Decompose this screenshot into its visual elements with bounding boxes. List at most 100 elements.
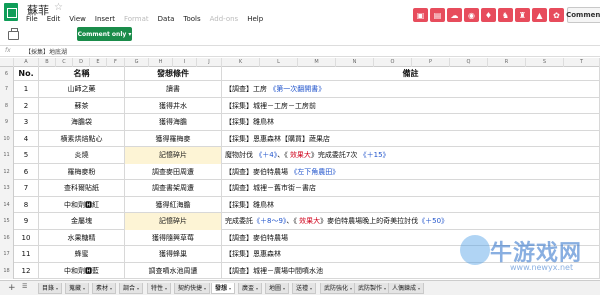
- column-header[interactable]: S: [526, 58, 564, 67]
- row-number[interactable]: 8: [0, 97, 14, 114]
- column-header[interactable]: E: [90, 58, 107, 67]
- cell-no[interactable]: 5: [14, 147, 39, 164]
- row-number[interactable]: 15: [0, 213, 14, 230]
- cell-note[interactable]: 【調查】麥伯特農場 《左下角農田》: [222, 163, 600, 180]
- sheet-tab[interactable]: 送禮 ▾: [292, 283, 317, 294]
- sheet-tab[interactable]: 武防強化 ▾: [320, 283, 357, 294]
- sheet-tab[interactable]: 地圖 ▾: [265, 283, 290, 294]
- sheet-tab[interactable]: 素材 ▾: [92, 283, 117, 294]
- cell-condition[interactable]: 調查麥田周遭: [125, 163, 222, 180]
- extension-icon[interactable]: ☁: [447, 8, 462, 22]
- cell-note[interactable]: 【採集】恩惠森林: [222, 246, 600, 263]
- menu-item[interactable]: View: [69, 15, 86, 23]
- extension-icon[interactable]: ▲: [532, 8, 547, 22]
- sheet-tab[interactable]: 特性 ▾: [147, 283, 172, 294]
- cell-note[interactable]: 【採集】雛鳥林: [222, 196, 600, 213]
- row-number[interactable]: 13: [0, 180, 14, 197]
- cell-name[interactable]: 水果糖精: [39, 229, 125, 246]
- cell-condition[interactable]: 讀書: [125, 81, 222, 98]
- comment-only-button[interactable]: Comment only ▾: [77, 27, 132, 41]
- print-icon[interactable]: [8, 28, 19, 40]
- column-header[interactable]: A: [14, 58, 39, 67]
- cell-condition[interactable]: 調查書架周遭: [125, 180, 222, 197]
- star-icon[interactable]: ☆: [54, 2, 63, 13]
- cell-condition[interactable]: 獲得井水: [125, 97, 222, 114]
- column-header[interactable]: I: [173, 58, 197, 67]
- cell-no[interactable]: 4: [14, 130, 39, 147]
- column-header[interactable]: H: [149, 58, 173, 67]
- column-header[interactable]: Q: [450, 58, 488, 67]
- cell-note[interactable]: 【調查】城裡－廣場中間噴水池: [222, 262, 600, 279]
- cell-note[interactable]: 魔物討伐 《＋4》、《 效果大》完成委託7次 《＋15》: [222, 147, 600, 164]
- column-header[interactable]: N: [336, 58, 374, 67]
- cell-name[interactable]: 海膽袋: [39, 114, 125, 131]
- column-header[interactable]: B: [39, 58, 56, 67]
- sheet-tab[interactable]: 蒐藏 ▾: [65, 283, 90, 294]
- chevron-down-icon[interactable]: ▾: [56, 286, 58, 291]
- extension-icon[interactable]: ▤: [430, 8, 445, 22]
- cell-note[interactable]: 【調查】工房 《第一次翻開書》: [222, 81, 600, 98]
- cell-no[interactable]: 7: [14, 180, 39, 197]
- column-header[interactable]: C: [56, 58, 73, 67]
- sheet-tab[interactable]: 人偶鍊成 ▾: [388, 283, 425, 294]
- extension-icon[interactable]: ♦: [481, 8, 496, 22]
- sheet-tab[interactable]: 目錄 ▾: [38, 283, 63, 294]
- menu-item[interactable]: Tools: [183, 15, 200, 23]
- extension-icon[interactable]: ✿: [549, 8, 564, 22]
- sheet-tab[interactable]: 調合 ▾: [119, 283, 144, 294]
- column-header[interactable]: D: [73, 58, 90, 67]
- cell-name[interactable]: 中和劑🅷紅: [39, 196, 125, 213]
- cell-no[interactable]: 10: [14, 229, 39, 246]
- cell-note[interactable]: 【採集】恩惠森林【購買】蔬果店: [222, 130, 600, 147]
- cell-no[interactable]: 8: [14, 196, 39, 213]
- cell-note[interactable]: 【調查】麥伯特農場: [222, 229, 600, 246]
- cell-note[interactable]: 【採集】城裡－工房－工房前: [222, 97, 600, 114]
- chevron-down-icon[interactable]: ▾: [110, 286, 112, 291]
- cell-name[interactable]: 山師之藥: [39, 81, 125, 98]
- cell-condition[interactable]: 記憶碎片: [125, 147, 222, 164]
- column-header[interactable]: P: [412, 58, 450, 67]
- extension-icon[interactable]: ◉: [464, 8, 479, 22]
- cell-condition[interactable]: 獲得隨興草莓: [125, 229, 222, 246]
- menu-item[interactable]: File: [26, 15, 38, 23]
- chevron-down-icon[interactable]: ▾: [165, 286, 167, 291]
- menu-item[interactable]: Insert: [95, 15, 115, 23]
- header-name[interactable]: 名稱: [39, 67, 125, 81]
- cell-name[interactable]: 羅梅麥粉: [39, 163, 125, 180]
- sheets-logo-icon[interactable]: [4, 3, 18, 21]
- chevron-down-icon[interactable]: ▾: [229, 286, 231, 291]
- cell-no[interactable]: 1: [14, 81, 39, 98]
- cell-no[interactable]: 12: [14, 262, 39, 279]
- menu-item[interactable]: Format: [124, 15, 149, 23]
- cell-condition[interactable]: 獲得紅海膽: [125, 196, 222, 213]
- cell-no[interactable]: 2: [14, 97, 39, 114]
- sheet-tab[interactable]: 武防製作 ▾: [354, 283, 391, 294]
- sheet-tab[interactable]: 契約快捷 ▾: [174, 283, 211, 294]
- cell-note[interactable]: 【採集】雛鳥林: [222, 114, 600, 131]
- column-header[interactable]: J: [197, 58, 222, 67]
- column-header[interactable]: R: [488, 58, 526, 67]
- menu-item[interactable]: Help: [247, 15, 263, 23]
- cell-no[interactable]: 3: [14, 114, 39, 131]
- chevron-down-icon[interactable]: ▾: [418, 286, 420, 291]
- header-condition[interactable]: 發想條件: [125, 67, 222, 81]
- cell-name[interactable]: 蘇茶: [39, 97, 125, 114]
- header-note[interactable]: 備註: [222, 67, 600, 81]
- row-number[interactable]: 6: [0, 67, 14, 81]
- chevron-down-icon[interactable]: ▾: [137, 286, 139, 291]
- cell-name[interactable]: 查科爾貼紙: [39, 180, 125, 197]
- cell-name[interactable]: 横素烘焙點心: [39, 130, 125, 147]
- column-header[interactable]: G: [125, 58, 149, 67]
- row-number[interactable]: 7: [0, 81, 14, 98]
- chevron-down-icon[interactable]: ▾: [204, 286, 206, 291]
- menu-item[interactable]: Add-ons: [210, 15, 239, 23]
- column-header[interactable]: L: [260, 58, 298, 67]
- header-no[interactable]: No.: [14, 67, 39, 81]
- extension-icon[interactable]: ▣: [413, 8, 428, 22]
- cell-name[interactable]: 金屬塊: [39, 213, 125, 230]
- row-number[interactable]: 9: [0, 114, 14, 131]
- row-number[interactable]: 12: [0, 163, 14, 180]
- chevron-down-icon[interactable]: ▾: [384, 286, 386, 291]
- chevron-down-icon[interactable]: ▾: [283, 286, 285, 291]
- cell-no[interactable]: 6: [14, 163, 39, 180]
